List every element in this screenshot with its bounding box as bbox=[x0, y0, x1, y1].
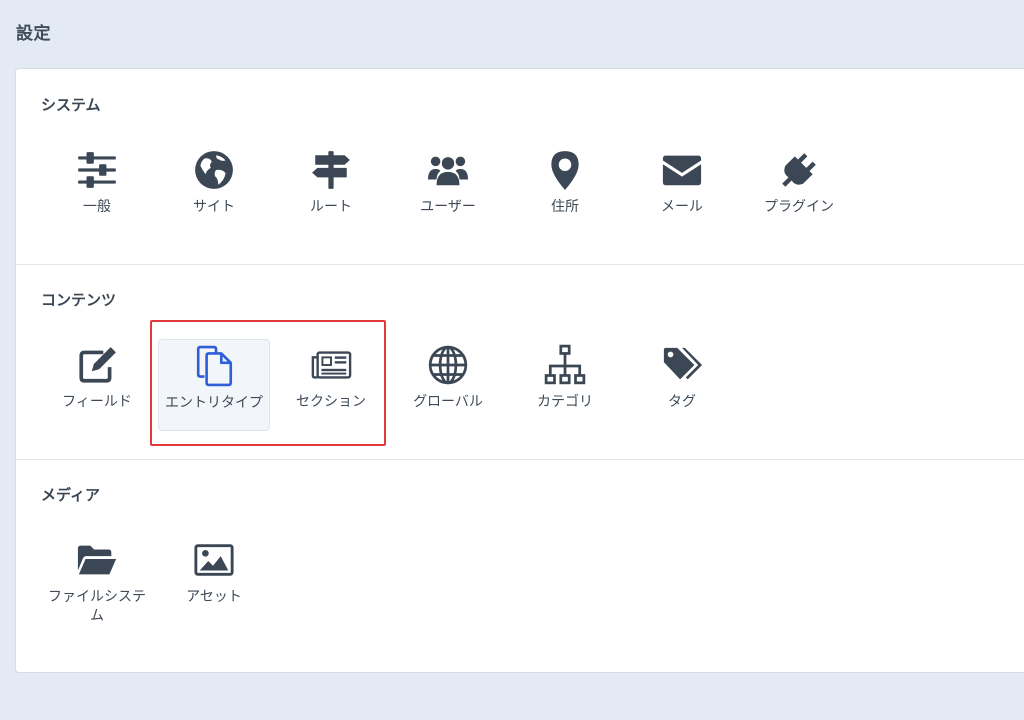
settings-item-general[interactable]: 一般 bbox=[41, 144, 153, 236]
settings-item-routes[interactable]: ルート bbox=[275, 144, 387, 236]
settings-item-label: メール bbox=[661, 199, 703, 215]
image-icon bbox=[192, 538, 236, 582]
settings-item-label: フィールド bbox=[62, 394, 132, 410]
copy-icon bbox=[193, 344, 237, 388]
settings-item-label: 一般 bbox=[83, 199, 111, 215]
settings-item-assets[interactable]: アセット bbox=[158, 534, 270, 626]
section-heading-content: コンテンツ bbox=[41, 291, 117, 309]
section-media: メディア ファイルシステム アセット bbox=[16, 459, 1024, 674]
settings-item-label: ユーザー bbox=[420, 199, 476, 215]
sitemap-icon bbox=[543, 343, 587, 387]
section-heading-media: メディア bbox=[41, 486, 100, 504]
settings-item-plugins[interactable]: プラグイン bbox=[743, 144, 855, 236]
settings-item-email[interactable]: メール bbox=[626, 144, 738, 236]
settings-item-label: アセット bbox=[186, 589, 242, 605]
settings-item-tags[interactable]: タグ bbox=[626, 339, 738, 431]
signpost-icon bbox=[309, 148, 353, 192]
settings-panel: システム 一般 サイト ルート ユーザー 住所 メール プラグイン コンテンツ … bbox=[15, 68, 1024, 673]
settings-item-label: セクション bbox=[296, 394, 366, 410]
tags-icon bbox=[660, 343, 704, 387]
settings-item-label: エントリタイプ bbox=[165, 395, 263, 411]
folder-open-icon bbox=[75, 538, 119, 582]
settings-item-entry-types[interactable]: エントリタイプ bbox=[158, 339, 270, 431]
settings-item-label: タグ bbox=[668, 394, 696, 410]
settings-item-categories[interactable]: カテゴリ bbox=[509, 339, 621, 431]
settings-item-fields[interactable]: フィールド bbox=[41, 339, 153, 431]
sliders-icon bbox=[75, 148, 119, 192]
users-icon bbox=[426, 148, 470, 192]
settings-item-label: 住所 bbox=[551, 199, 579, 215]
settings-item-sites[interactable]: サイト bbox=[158, 144, 270, 236]
section-heading-system: システム bbox=[41, 96, 101, 114]
world-grid-icon bbox=[426, 343, 470, 387]
settings-item-sections[interactable]: セクション bbox=[275, 339, 387, 431]
page-title: 設定 bbox=[16, 24, 51, 44]
newspaper-icon bbox=[309, 343, 353, 387]
settings-item-label: カテゴリ bbox=[537, 394, 593, 410]
plug-icon bbox=[777, 148, 821, 192]
settings-item-addresses[interactable]: 住所 bbox=[509, 144, 621, 236]
map-pin-icon bbox=[543, 148, 587, 192]
settings-item-label: プラグイン bbox=[764, 199, 834, 215]
settings-item-globals[interactable]: グローバル bbox=[392, 339, 504, 431]
globe-icon bbox=[192, 148, 236, 192]
settings-item-label: グローバル bbox=[413, 394, 483, 410]
section-content: コンテンツ フィールド エントリタイプ セクション グローバル カテゴリ タグ bbox=[16, 264, 1024, 460]
edit-icon bbox=[75, 343, 119, 387]
settings-item-users[interactable]: ユーザー bbox=[392, 144, 504, 236]
section-system: システム 一般 サイト ルート ユーザー 住所 メール プラグイン bbox=[16, 69, 1024, 265]
settings-item-label: サイト bbox=[193, 199, 235, 215]
settings-item-label: ファイルシステム bbox=[48, 589, 146, 624]
settings-item-label: ルート bbox=[310, 199, 352, 215]
envelope-icon bbox=[660, 148, 704, 192]
settings-item-filesystems[interactable]: ファイルシステム bbox=[41, 534, 153, 626]
